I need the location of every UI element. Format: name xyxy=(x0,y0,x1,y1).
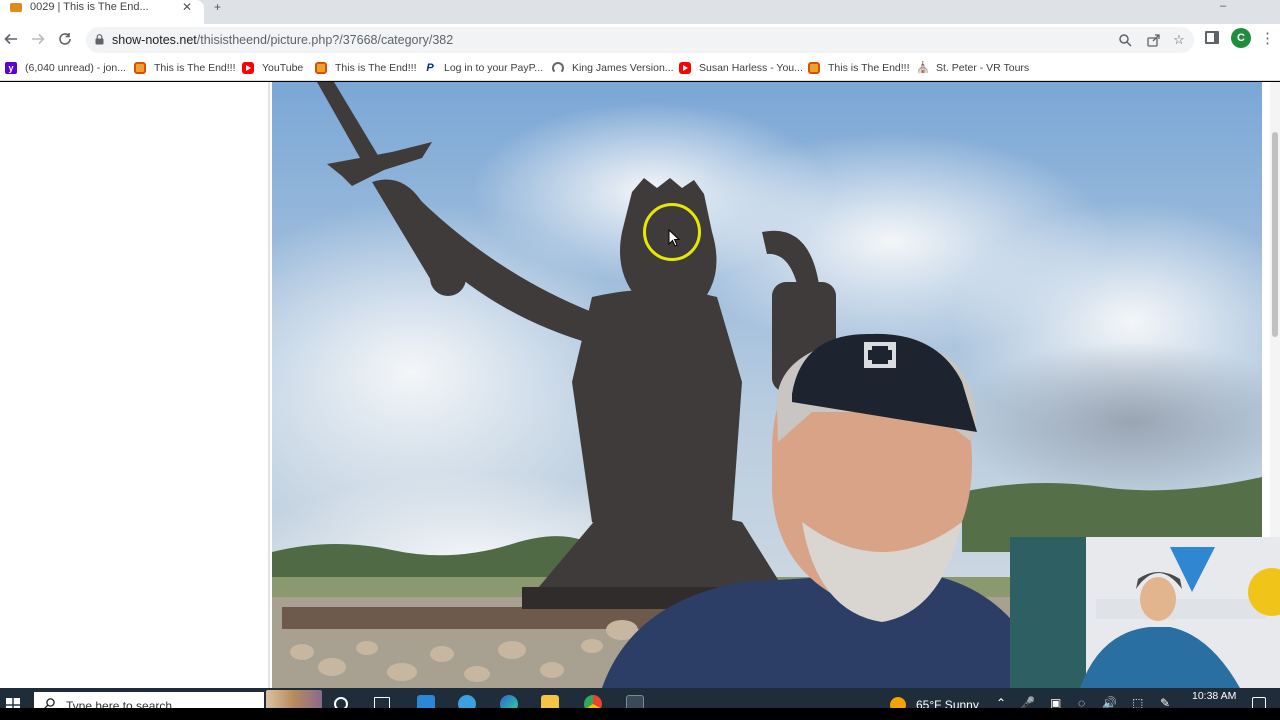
lock-icon[interactable] xyxy=(95,34,104,45)
window-minimize-icon[interactable]: – xyxy=(1220,0,1226,12)
bookmark-item[interactable]: This is The End!!! xyxy=(808,60,910,76)
bookmark-label: King James Version... xyxy=(572,62,674,74)
address-bar[interactable]: show-notes.net/thisistheend/picture.php?… xyxy=(86,27,1194,53)
share-icon[interactable] xyxy=(1144,31,1162,49)
bookmark-item[interactable]: Susan Harless - You... xyxy=(679,60,803,76)
browser-toolbar: show-notes.net/thisistheend/picture.php?… xyxy=(0,24,1280,55)
reload-icon xyxy=(59,33,71,45)
end-site-icon xyxy=(315,62,327,74)
paypal-icon: P xyxy=(426,62,434,74)
page-divider xyxy=(268,82,270,688)
bookmark-label: YouTube xyxy=(262,62,304,74)
tab-strip: 0029 | This is The End... ✕ + – xyxy=(0,0,1280,24)
end-site-icon xyxy=(808,62,820,74)
side-panel-icon[interactable] xyxy=(1205,31,1219,44)
bookmark-label: This is The End!!! xyxy=(828,62,910,74)
reload-button[interactable] xyxy=(54,28,76,50)
tab-close-icon[interactable]: ✕ xyxy=(182,0,192,14)
new-tab-icon[interactable]: + xyxy=(214,0,221,14)
webcam-overlay xyxy=(1010,537,1280,688)
zoom-icon[interactable] xyxy=(1116,31,1134,49)
tab-title: 0029 | This is The End... xyxy=(30,1,149,13)
bookmark-label: St. Peter - VR Tours xyxy=(936,62,1030,74)
bookmark-star-icon[interactable]: ☆ xyxy=(1170,31,1188,49)
page-left-margin xyxy=(0,82,268,688)
taskbar-clock[interactable]: 10:38 AM xyxy=(1192,690,1236,702)
bookmark-label: (6,040 unread) - jon... xyxy=(25,62,126,74)
browser-tab[interactable]: 0029 | This is The End... ✕ xyxy=(0,0,204,24)
youtube-icon xyxy=(242,62,254,74)
bookmark-label: This is The End!!! xyxy=(154,62,236,74)
bookmark-label: Susan Harless - You... xyxy=(699,62,803,74)
url-domain: show-notes.net xyxy=(112,33,197,47)
bookmark-label: Log in to your PayP... xyxy=(444,62,544,74)
back-arrow-icon xyxy=(4,33,17,45)
bookmark-item[interactable]: This is The End!!! xyxy=(315,60,417,76)
menu-kebab-icon[interactable]: ⋮ xyxy=(1260,29,1275,47)
bookmark-item[interactable]: ⛪ St. Peter - VR Tours xyxy=(916,60,1029,76)
screen-bottom-border xyxy=(0,708,1280,720)
back-button[interactable] xyxy=(0,28,22,50)
mouse-cursor-icon xyxy=(668,229,680,247)
bookmark-item[interactable]: YouTube xyxy=(242,60,303,76)
end-site-icon xyxy=(134,62,146,74)
webcam-image xyxy=(1010,537,1280,688)
forward-arrow-icon xyxy=(32,33,45,45)
bookmarks-bar: y (6,040 unread) - jon... This is The End… xyxy=(0,55,1280,81)
forward-button[interactable] xyxy=(27,28,49,50)
yahoo-mail-icon: y xyxy=(5,62,17,74)
profile-avatar[interactable]: C xyxy=(1231,28,1251,48)
vr-tours-icon: ⛪ xyxy=(916,62,930,74)
bible-site-icon xyxy=(552,62,564,74)
bookmark-item[interactable]: P Log in to your PayP... xyxy=(424,60,543,76)
tab-favicon-icon xyxy=(10,3,22,12)
bookmark-item[interactable]: King James Version... xyxy=(552,60,674,76)
url-path: /thisistheend/picture.php?/37668/categor… xyxy=(196,33,454,47)
youtube-icon xyxy=(679,62,691,74)
bookmark-item[interactable]: y (6,040 unread) - jon... xyxy=(5,60,126,76)
bookmark-label: This is The End!!! xyxy=(335,62,417,74)
url-text[interactable]: show-notes.net/thisistheend/picture.php?… xyxy=(112,33,453,47)
scrollbar-thumb[interactable] xyxy=(1272,132,1278,337)
bookmark-item[interactable]: This is The End!!! xyxy=(134,60,236,76)
